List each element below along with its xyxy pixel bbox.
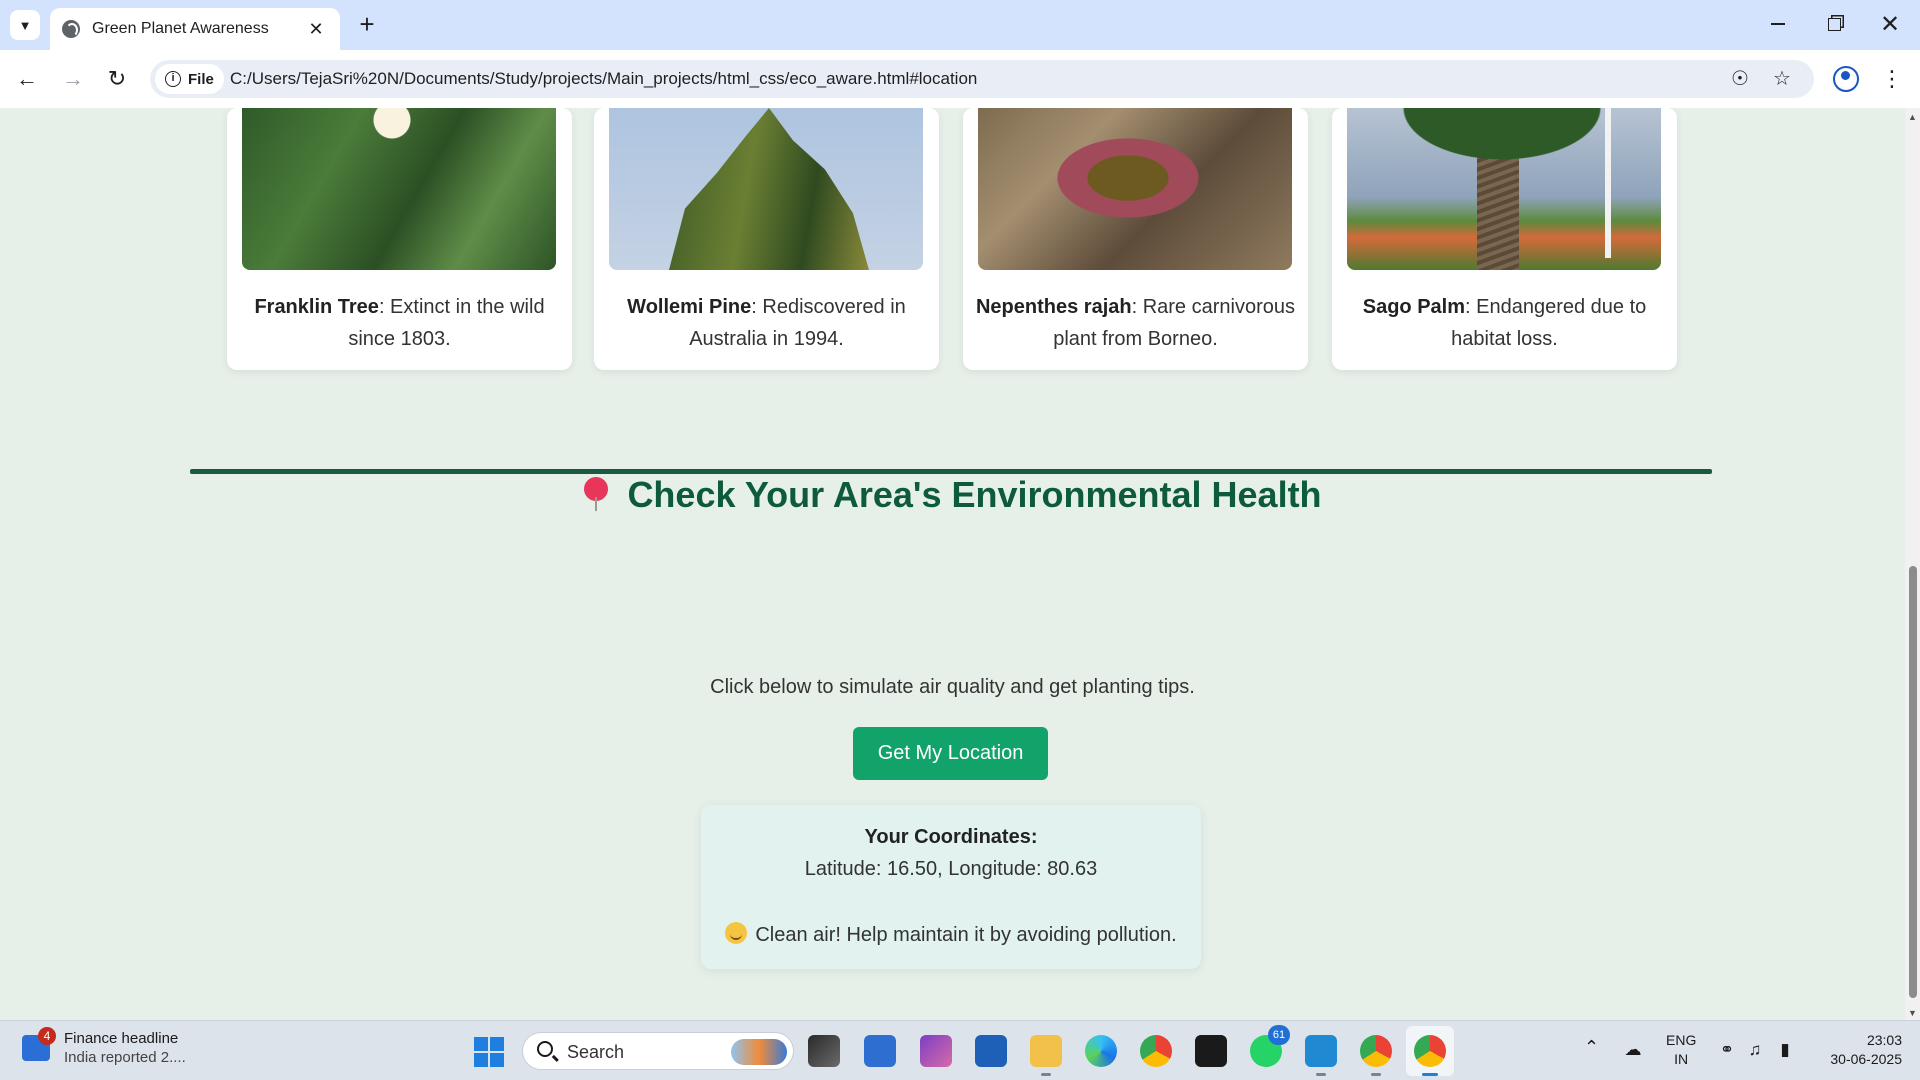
scheme-label: File xyxy=(188,70,214,88)
minimize-icon xyxy=(1771,23,1785,25)
news-icon: 4 xyxy=(22,1027,56,1061)
lang-line2: IN xyxy=(1674,1051,1689,1067)
more-menu-icon[interactable]: ⋮ xyxy=(1880,64,1904,94)
chrome-profile-icon[interactable] xyxy=(1360,1035,1392,1076)
scroll-up-icon[interactable]: ▲ xyxy=(1907,112,1918,122)
whatsapp-icon[interactable]: 61 xyxy=(1250,1025,1290,1067)
coordinates-label: Your Coordinates: xyxy=(864,826,1038,848)
url-text[interactable]: C:/Users/TejaSri%20N/Documents/Study/pro… xyxy=(230,69,977,89)
get-location-button[interactable]: Get My Location xyxy=(853,727,1048,780)
coordinates-result-box: Your Coordinates: Latitude: 16.50, Longi… xyxy=(701,805,1201,969)
restore-button[interactable] xyxy=(1814,8,1854,40)
franklin-tree-image xyxy=(242,108,556,270)
info-icon: i xyxy=(165,71,181,87)
taskbar-search[interactable]: Search xyxy=(522,1032,794,1070)
file-explorer-icon[interactable] xyxy=(1030,1035,1062,1076)
address-bar[interactable]: i File C:/Users/TejaSri%20N/Documents/St… xyxy=(150,60,1814,98)
browser-toolbar: ← → ↻ i File C:/Users/TejaSri%20N/Docume… xyxy=(0,50,1920,108)
battery-icon[interactable]: ▮ xyxy=(1774,1039,1796,1061)
sago-palm-image xyxy=(1347,108,1661,270)
edge-icon[interactable] xyxy=(1085,1035,1117,1067)
news-subtext: India reported 2.... xyxy=(64,1049,186,1066)
vscode-icon[interactable] xyxy=(1305,1035,1337,1076)
plant-name: Wollemi Pine xyxy=(627,296,752,318)
plant-name: Nepenthes rajah xyxy=(975,296,1132,318)
new-tab-button[interactable]: + xyxy=(352,10,382,40)
back-button[interactable]: ← xyxy=(9,61,45,97)
plant-desc: : Endangered due to habitat loss. xyxy=(1451,296,1647,350)
volume-icon[interactable]: ♫ xyxy=(1744,1039,1766,1061)
plant-card: Sago Palm: Endangered due to habitat los… xyxy=(1332,108,1677,370)
restore-icon xyxy=(1827,17,1841,31)
myhp-icon[interactable] xyxy=(864,1035,896,1067)
wollemi-pine-image xyxy=(609,108,923,270)
forward-button[interactable]: → xyxy=(55,61,91,97)
news-headline: Finance headline xyxy=(64,1030,179,1047)
search-label: Search xyxy=(567,1042,625,1062)
chrome-active-icon[interactable] xyxy=(1414,1035,1446,1076)
wifi-icon[interactable]: ⚭ xyxy=(1716,1039,1738,1061)
search-icon xyxy=(537,1041,553,1057)
profile-icon[interactable] xyxy=(1833,66,1859,92)
plant-caption: Franklin Tree: Extinct in the wild since… xyxy=(239,291,560,355)
chevron-up-icon[interactable]: ⌃ xyxy=(1584,1037,1599,1058)
pycharm-icon[interactable] xyxy=(1195,1035,1227,1067)
microsoft-store-icon[interactable] xyxy=(975,1035,1007,1067)
language-indicator[interactable]: ENG IN xyxy=(1666,1031,1696,1069)
chevron-down-icon: ▼ xyxy=(18,17,32,33)
search-highlight-icon xyxy=(731,1039,787,1065)
coordinates-value: Latitude: 16.50, Longitude: 80.63 xyxy=(804,858,1098,880)
clock-date: 30-06-2025 xyxy=(1830,1051,1902,1067)
bookmark-star-icon[interactable]: ☆ xyxy=(1770,67,1794,91)
site-info-chip[interactable]: i File xyxy=(155,64,224,94)
tab-title: Green Planet Awareness xyxy=(92,20,269,37)
taskbar: 4 Finance headline India reported 2.... … xyxy=(0,1020,1920,1080)
clock[interactable]: 23:03 30-06-2025 xyxy=(1816,1031,1902,1069)
reload-button[interactable]: ↻ xyxy=(99,61,135,97)
arrow-right-icon: → xyxy=(62,66,84,91)
reload-icon: ↻ xyxy=(107,66,127,91)
minimize-button[interactable] xyxy=(1758,8,1798,40)
tab-close-icon[interactable]: ✕ xyxy=(304,19,328,40)
chrome-icon[interactable] xyxy=(1140,1035,1172,1067)
windows-start-icon[interactable] xyxy=(474,1037,504,1067)
plant-caption: Wollemi Pine: Rediscovered in Australia … xyxy=(606,291,927,355)
news-badge: 4 xyxy=(38,1027,56,1045)
close-window-button[interactable]: ✕ xyxy=(1870,8,1910,40)
news-widget[interactable]: 4 Finance headline India reported 2.... xyxy=(22,1027,186,1066)
lang-line1: ENG xyxy=(1666,1032,1697,1048)
air-quality-tip-text: Clean air! Help maintain it by avoiding … xyxy=(755,924,1177,946)
air-quality-tip: Clean air! Help maintain it by avoiding … xyxy=(701,922,1201,947)
location-section-title: Check Your Area's Environmental Health xyxy=(0,474,1905,516)
scroll-down-icon[interactable]: ▼ xyxy=(1907,1008,1918,1018)
plant-card: Nepenthes rajah: Rare carnivorous plant … xyxy=(963,108,1308,370)
clipchamp-icon[interactable] xyxy=(920,1035,952,1067)
close-icon: ✕ xyxy=(1879,10,1901,38)
task-view-icon[interactable] xyxy=(808,1035,840,1067)
smiling-face-icon xyxy=(725,922,748,944)
plant-name: Sago Palm xyxy=(1362,296,1465,318)
whatsapp-badge: 61 xyxy=(1268,1025,1290,1045)
tab-active[interactable]: Green Planet Awareness ✕ xyxy=(50,8,340,50)
scroll-thumb[interactable] xyxy=(1909,566,1917,998)
vertical-scrollbar[interactable]: ▲ ▼ xyxy=(1905,108,1920,1020)
location-pin-icon[interactable]: ☉ xyxy=(1728,67,1752,91)
globe-icon xyxy=(62,20,80,38)
plant-card: Wollemi Pine: Rediscovered in Australia … xyxy=(594,108,939,370)
map-pin-icon xyxy=(583,477,609,511)
plant-caption: Nepenthes rajah: Rare carnivorous plant … xyxy=(975,291,1296,355)
clock-time: 23:03 xyxy=(1866,1032,1902,1048)
onedrive-icon[interactable]: ☁ xyxy=(1622,1039,1644,1061)
plant-card: Franklin Tree: Extinct in the wild since… xyxy=(227,108,572,370)
nepenthes-rajah-image xyxy=(978,108,1292,270)
plant-name: Franklin Tree xyxy=(254,296,379,318)
arrow-left-icon: ← xyxy=(16,66,38,91)
plant-caption: Sago Palm: Endangered due to habitat los… xyxy=(1344,291,1665,355)
tab-search-button[interactable]: ▼ xyxy=(10,10,40,40)
tab-strip: ▼ Green Planet Awareness ✕ + ✕ xyxy=(0,0,1920,50)
location-title-text: Check Your Area's Environmental Health xyxy=(627,474,1322,515)
location-subtitle: Click below to simulate air quality and … xyxy=(710,676,1195,698)
